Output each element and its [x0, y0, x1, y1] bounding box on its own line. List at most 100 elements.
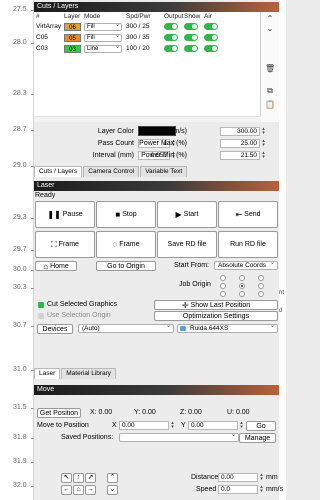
- tab-material-library[interactable]: Material Library: [61, 368, 117, 379]
- layer-row[interactable]: C03 03 Line 100 / 20: [34, 43, 260, 54]
- send-button[interactable]: ⇤ Send: [218, 201, 278, 228]
- tab-laser[interactable]: Laser: [34, 368, 61, 379]
- job-origin-radio[interactable]: [239, 291, 245, 297]
- show-toggle[interactable]: [184, 22, 198, 30]
- layer-color-swatch[interactable]: 03: [64, 44, 81, 53]
- output-toggle[interactable]: [164, 33, 178, 41]
- pass-count-label: Pass Count: [97, 140, 134, 147]
- jog-z-down-button[interactable]: ⌄: [107, 485, 118, 495]
- jog-up-right-button[interactable]: ↗: [85, 473, 96, 483]
- saved-positions-select[interactable]: [119, 433, 239, 442]
- show-toggle[interactable]: [184, 33, 198, 41]
- job-origin-label: Job Origin: [179, 281, 211, 288]
- trash-icon[interactable]: 🗑: [265, 64, 275, 74]
- x-position-input[interactable]: 0.00: [119, 421, 169, 430]
- frame-button[interactable]: ⛶ Frame: [35, 231, 95, 258]
- air-toggle[interactable]: [204, 33, 218, 41]
- ruler-tick: 29.7: [13, 246, 34, 253]
- chevron-up-icon[interactable]: ⌃: [265, 14, 275, 24]
- job-origin-radio[interactable]: [239, 275, 245, 281]
- jog-left-button[interactable]: ←: [61, 485, 72, 495]
- crosshair-icon: ✛: [181, 300, 189, 310]
- manage-button[interactable]: Manage: [239, 433, 276, 443]
- frame-icon: ⛶: [51, 239, 57, 249]
- output-toggle[interactable]: [164, 22, 178, 30]
- job-origin-radio[interactable]: [258, 283, 264, 289]
- job-origin-radio[interactable]: [258, 275, 264, 281]
- device-select[interactable]: Ruida 644XS: [177, 324, 278, 333]
- arrow-right-icon: →: [87, 486, 94, 493]
- y-position-input[interactable]: 0.00: [188, 421, 238, 430]
- speed-input[interactable]: 300.00: [220, 127, 260, 136]
- y-stepper[interactable]: ▴ ▾: [239, 421, 244, 430]
- mode-select[interactable]: Line: [84, 44, 122, 53]
- air-toggle[interactable]: [204, 44, 218, 52]
- power-max-stepper[interactable]: ▴ ▾: [261, 139, 266, 148]
- layer-row[interactable]: VirtArray 06 Fill 300 / 25: [34, 21, 260, 32]
- saved-positions-label: Saved Positions:: [61, 434, 114, 441]
- layer-color-swatch[interactable]: 06: [64, 22, 81, 31]
- get-position-button[interactable]: Get Position: [37, 408, 81, 418]
- job-origin-radio[interactable]: [220, 291, 226, 297]
- port-select[interactable]: (Auto): [78, 324, 174, 333]
- air-toggle[interactable]: [204, 22, 218, 30]
- ruler-tick: 31.9: [13, 458, 34, 465]
- x-stepper[interactable]: ▴ ▾: [170, 421, 175, 430]
- job-origin-radio[interactable]: [258, 291, 264, 297]
- use-selection-origin-checkbox[interactable]: [38, 313, 44, 319]
- cuts-layers-titlebar: Cuts / Layers: [34, 2, 279, 12]
- mode-select[interactable]: Fill: [84, 22, 122, 31]
- distance-input[interactable]: 0.00: [218, 473, 258, 482]
- layer-color-swatch[interactable]: 05: [64, 33, 81, 42]
- stop-button[interactable]: ■ Stop: [96, 201, 156, 228]
- jog-up-button[interactable]: ↑: [73, 473, 84, 483]
- layer-row[interactable]: C05 05 Fill 300 / 35: [34, 32, 260, 43]
- jog-speed-stepper[interactable]: ▴ ▾: [259, 485, 264, 494]
- jog-home-button[interactable]: ⌂: [73, 485, 84, 495]
- start-button[interactable]: ▶ Start: [157, 201, 217, 228]
- home-button[interactable]: ⌂ Home: [35, 261, 77, 271]
- jog-speed-input[interactable]: 0.0: [218, 485, 258, 494]
- cut-selected-checkbox[interactable]: [38, 302, 44, 308]
- devices-button[interactable]: Devices: [37, 324, 73, 334]
- show-toggle[interactable]: [184, 44, 198, 52]
- start-from-select[interactable]: Absolute Coords: [214, 261, 278, 270]
- send-icon: ⇤: [235, 210, 243, 219]
- tab-cuts-layers[interactable]: Cuts / Layers: [34, 166, 83, 177]
- go-button[interactable]: Go: [246, 421, 276, 431]
- chevron-down-icon[interactable]: ⌄: [265, 24, 275, 34]
- rubber-band-frame-button[interactable]: ◌ Frame: [96, 231, 156, 258]
- show-last-position-button[interactable]: ✛ Show Last Position: [154, 300, 278, 310]
- canvas-area[interactable]: nt d: [279, 0, 286, 500]
- tab-variable-text[interactable]: Variable Text: [140, 166, 188, 177]
- ruler-tick: 27.5: [13, 6, 34, 13]
- go-to-origin-button[interactable]: Go to Origin: [96, 261, 156, 271]
- tab-camera-control[interactable]: Camera Control: [83, 166, 140, 177]
- mode-select[interactable]: Fill: [84, 33, 122, 42]
- job-origin-radio[interactable]: [239, 283, 245, 289]
- job-origin-radio[interactable]: [220, 275, 226, 281]
- output-toggle[interactable]: [164, 44, 178, 52]
- power-min-stepper[interactable]: ▴ ▾: [261, 151, 266, 160]
- copy-icon[interactable]: ⧉: [265, 86, 275, 96]
- power-min-input[interactable]: 21.50: [220, 151, 260, 160]
- save-rd-button[interactable]: Save RD file: [157, 231, 217, 258]
- layer-name: C05: [36, 34, 48, 41]
- optimization-settings-button[interactable]: Optimization Settings: [154, 311, 278, 321]
- chevron-down-icon: ⌄: [109, 486, 116, 493]
- paste-icon[interactable]: 📋: [265, 100, 275, 110]
- jog-right-button[interactable]: →: [85, 485, 96, 495]
- job-origin-radio[interactable]: [220, 283, 226, 289]
- speed-stepper[interactable]: ▴ ▾: [261, 127, 266, 136]
- pause-button[interactable]: ❚❚ Pause: [35, 201, 95, 228]
- z-readout: Z: 0.00: [180, 409, 202, 416]
- laser-panel: Laser Ready ❚❚ Pause ■ Stop ▶ Start ⇤ Send ⛶…: [34, 181, 279, 379]
- arrow-left-icon: ←: [63, 486, 70, 493]
- power-max-input[interactable]: 25.00: [220, 139, 260, 148]
- jog-z-up-button[interactable]: ⌃: [107, 473, 118, 483]
- jog-speed-unit: mm/s: [266, 486, 284, 493]
- run-rd-button[interactable]: Run RD file: [218, 231, 278, 258]
- jog-up-left-button[interactable]: ↖: [61, 473, 72, 483]
- distance-stepper[interactable]: ▴ ▾: [259, 473, 264, 482]
- distance-label: Distance: [191, 474, 219, 481]
